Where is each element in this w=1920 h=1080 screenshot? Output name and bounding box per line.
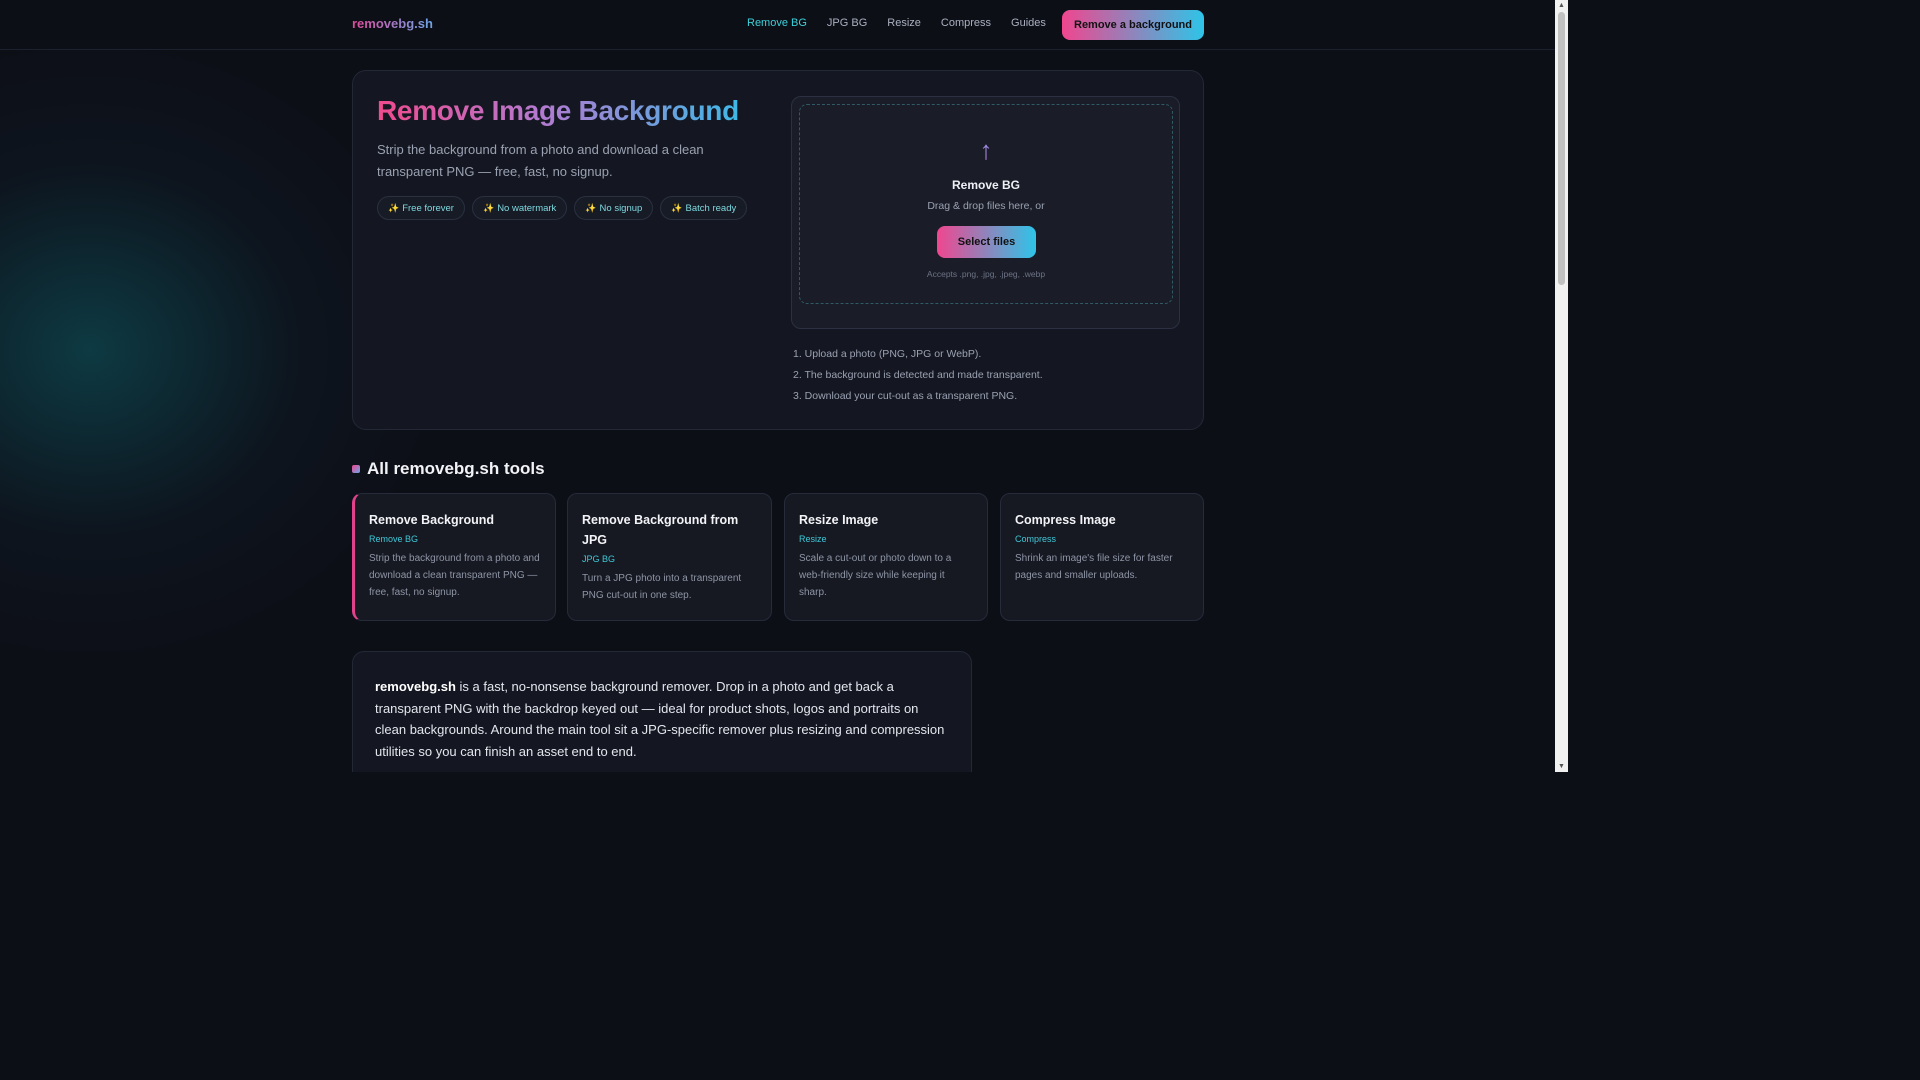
feature-chips: ✨ Free forever ✨ No watermark ✨ No signup ✨… xyxy=(377,196,748,220)
feature-chip: ✨ No watermark xyxy=(471,196,568,220)
tool-card-tag: Resize xyxy=(799,534,827,544)
select-files-button[interactable]: Select files xyxy=(937,226,1036,258)
chip-label: Batch ready xyxy=(685,202,737,214)
chip-label: No signup xyxy=(599,202,643,214)
tool-card-title: Remove Background from JPG xyxy=(582,513,739,547)
tool-card-tag: Remove BG xyxy=(369,534,419,544)
top-navigation-bar: removebg.sh Remove BG JPG BG Resize Comp… xyxy=(0,0,1555,50)
tool-card-description: Shrink an image's file size for faster p… xyxy=(1015,553,1173,581)
about-text: is a fast, no-nonsense background remove… xyxy=(375,679,945,759)
tools-section-header: All removebg.sh tools xyxy=(352,459,545,479)
nav-item-remove-bg[interactable]: Remove BG xyxy=(747,17,807,29)
remove-background-cta-button[interactable]: Remove a background xyxy=(1062,10,1204,40)
step-item: 1. Upload a photo (PNG, JPG or WebP). xyxy=(793,348,982,360)
vertical-scrollbar[interactable]: ▲ ▼ xyxy=(1555,0,1568,772)
sparkle-icon: ✨ xyxy=(585,202,597,213)
section-bullet-icon xyxy=(352,465,360,473)
page-viewport: removebg.sh Remove BG JPG BG Resize Comp… xyxy=(0,0,1555,772)
upload-title: Remove BG xyxy=(951,178,1021,192)
brand-logo[interactable]: removebg.sh xyxy=(352,16,433,31)
tool-card-title: Compress Image xyxy=(1015,513,1116,527)
feature-chip: ✨ Batch ready xyxy=(660,196,748,220)
tool-card-description: Strip the background from a photo and do… xyxy=(369,553,540,598)
tool-card-title: Resize Image xyxy=(799,513,879,527)
main-nav: Remove BG JPG BG Resize Compress Guides xyxy=(747,17,1046,29)
feature-chip: ✨ Free forever xyxy=(377,196,465,220)
page-title: Remove Image Background xyxy=(377,95,739,126)
feature-chip: ✨ No signup xyxy=(574,196,654,220)
upload-panel: ↑ Remove BG Drag & drop files here, or S… xyxy=(791,96,1180,329)
tool-card-title: Remove Background xyxy=(369,513,495,527)
about-brand: removebg.sh xyxy=(375,679,456,694)
scroll-down-arrow-icon[interactable]: ▼ xyxy=(1555,761,1568,772)
how-it-works-steps: 1. Upload a photo (PNG, JPG or WebP). 2.… xyxy=(793,344,1043,407)
scrollbar-thumb[interactable] xyxy=(1558,12,1565,285)
sparkle-icon: ✨ xyxy=(482,202,495,213)
nav-item-guides[interactable]: Guides xyxy=(1011,17,1046,29)
scroll-up-arrow-icon[interactable]: ▲ xyxy=(1555,0,1568,11)
step-item: 3. Download your cut-out as a transparen… xyxy=(793,390,1018,402)
page-bottom-area xyxy=(0,772,1568,882)
sparkle-icon: ✨ xyxy=(388,202,400,213)
nav-item-resize[interactable]: Resize xyxy=(887,17,921,29)
hero-card: Remove Image Background Strip the backgr… xyxy=(352,70,1204,430)
chip-label: No watermark xyxy=(497,202,557,214)
tools-section-title: All removebg.sh tools xyxy=(367,459,545,478)
tool-card-tag: Compress xyxy=(1015,534,1057,544)
nav-item-jpg-bg[interactable]: JPG BG xyxy=(827,17,867,29)
about-card: removebg.sh is a fast, no-nonsense backg… xyxy=(352,651,972,772)
tool-card-tag: JPG BG xyxy=(582,554,616,564)
tool-card-description: Turn a JPG photo into a transparent PNG … xyxy=(582,573,742,601)
hero-subtitle: Strip the background from a photo and do… xyxy=(377,142,704,179)
upload-arrow-icon: ↑ xyxy=(800,135,1172,166)
tool-card-description: Scale a cut-out or photo down to a web-f… xyxy=(799,553,952,598)
tools-grid: Remove Background Remove BG Strip the ba… xyxy=(352,493,1204,621)
accepted-formats-note: Accepts .png, .jpg, .jpeg, .webp xyxy=(926,269,1046,279)
chip-label: Free forever xyxy=(402,202,454,214)
tool-card-jpg-bg[interactable]: Remove Background from JPG JPG BG Turn a… xyxy=(567,493,772,621)
sparkle-icon: ✨ xyxy=(671,202,683,213)
file-drop-zone[interactable]: ↑ Remove BG Drag & drop files here, or S… xyxy=(799,104,1173,304)
tool-card-remove-background[interactable]: Remove Background Remove BG Strip the ba… xyxy=(352,493,556,621)
tool-card-compress[interactable]: Compress Image Compress Shrink an image'… xyxy=(1000,493,1204,621)
drag-drop-hint: Drag & drop files here, or xyxy=(927,200,1045,212)
step-item: 2. The background is detected and made t… xyxy=(793,369,1043,381)
nav-item-compress[interactable]: Compress xyxy=(941,17,991,29)
tool-card-resize[interactable]: Resize Image Resize Scale a cut-out or p… xyxy=(784,493,988,621)
